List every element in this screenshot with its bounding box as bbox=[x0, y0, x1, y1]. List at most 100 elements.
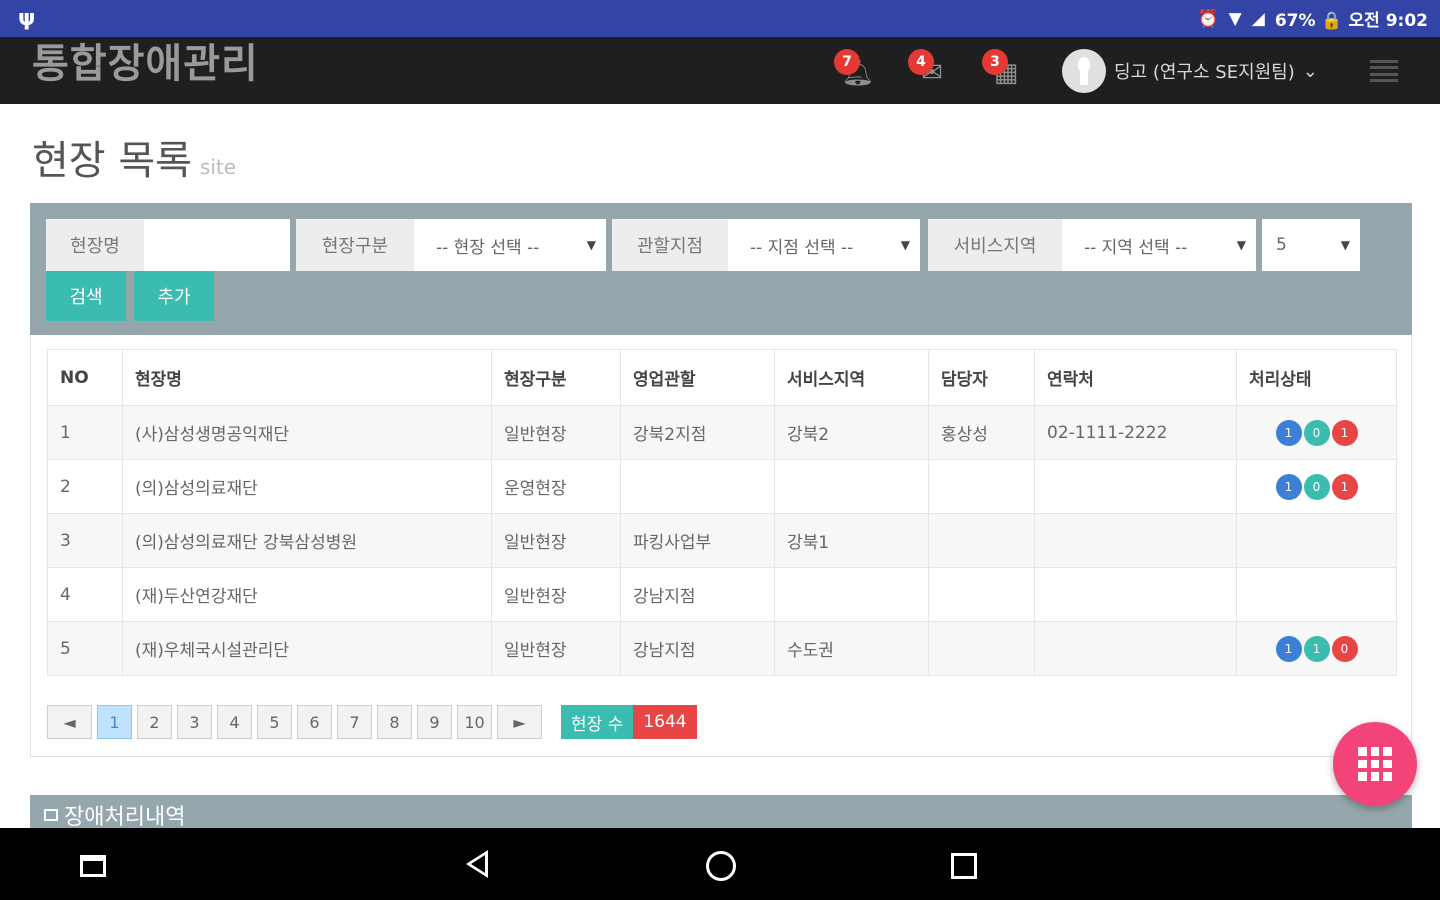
mail-button[interactable]: ✉ 4 bbox=[908, 49, 952, 93]
page-button-9[interactable]: 9 bbox=[417, 705, 452, 739]
pagination: ◄ 1 2 3 4 5 6 7 8 9 10 ► 현장 수 1644 bbox=[47, 705, 697, 739]
page-button-8[interactable]: 8 bbox=[377, 705, 412, 739]
region-selected: -- 지역 선택 -- bbox=[1084, 237, 1188, 258]
cell-site-name[interactable]: (의)삼성의료재단 bbox=[122, 459, 492, 514]
cell-region: 강북2 bbox=[774, 405, 929, 460]
site-name-input[interactable] bbox=[144, 219, 290, 271]
page-button-5[interactable]: 5 bbox=[257, 705, 292, 739]
site-count-label: 현장 수 bbox=[561, 705, 634, 739]
page-button-7[interactable]: 7 bbox=[337, 705, 372, 739]
cell-site-name[interactable]: (재)우체국시설관리단 bbox=[122, 621, 492, 676]
site-type-selected: -- 현장 선택 -- bbox=[436, 237, 540, 258]
region-select[interactable]: -- 지역 선택 -- ▼ bbox=[1062, 219, 1256, 271]
cell-site-type: 일반현장 bbox=[491, 567, 621, 622]
table-header-row: NO 현장명 현장구분 영업관할 서비스지역 담당자 연락처 처리상태 bbox=[47, 349, 1397, 406]
cell-site-name[interactable]: (재)두산연강재단 bbox=[122, 567, 492, 622]
table-row[interactable]: 3 (의)삼성의료재단 강북삼성병원 일반현장 파킹사업부 강북1 bbox=[47, 513, 1397, 568]
cell-phone bbox=[1034, 621, 1237, 676]
column-header[interactable]: 담당자 bbox=[928, 349, 1035, 406]
hamburger-menu-icon[interactable] bbox=[1370, 57, 1398, 85]
cell-status bbox=[1236, 567, 1397, 622]
wifi-icon: ▼ bbox=[1228, 8, 1242, 29]
branch-label: 관할지점 bbox=[612, 219, 728, 271]
cell-no: 2 bbox=[47, 459, 123, 514]
status-bar-text: 67% 🔒 오전 9:02 bbox=[1274, 11, 1428, 31]
column-header[interactable]: 영업관할 bbox=[620, 349, 775, 406]
user-menu[interactable]: 딩고 (연구소 SE지원팀) ⌄ bbox=[1062, 49, 1318, 93]
avatar bbox=[1062, 49, 1106, 93]
cell-phone bbox=[1034, 567, 1237, 622]
column-header[interactable]: 서비스지역 bbox=[774, 349, 929, 406]
column-header[interactable]: 처리상태 bbox=[1236, 349, 1397, 406]
page-button-4[interactable]: 4 bbox=[217, 705, 252, 739]
cell-manager: 홍상성 bbox=[928, 405, 1035, 460]
page-button-10[interactable]: 10 bbox=[457, 705, 492, 739]
table-row[interactable]: 4 (재)두산연강재단 일반현장 강남지점 bbox=[47, 567, 1397, 622]
column-header[interactable]: 현장명 bbox=[122, 349, 492, 406]
apps-grid-icon bbox=[1358, 747, 1392, 781]
status-received-badge[interactable]: 1 bbox=[1275, 473, 1302, 500]
cell-no: 1 bbox=[47, 405, 123, 460]
cell-status: 110 bbox=[1236, 621, 1397, 676]
status-progress-badge[interactable]: 1 bbox=[1303, 635, 1330, 662]
status-received-badge[interactable]: 1 bbox=[1275, 635, 1302, 662]
table-row[interactable]: 5 (재)우체국시설관리단 일반현장 강남지점 수도권 110 bbox=[47, 621, 1397, 676]
collapse-icon bbox=[44, 809, 58, 821]
page-size-select[interactable]: 5 ▼ bbox=[1262, 219, 1360, 271]
chevron-down-icon: ⌄ bbox=[1302, 60, 1318, 82]
cell-phone bbox=[1034, 513, 1237, 568]
cell-site-name[interactable]: (의)삼성의료재단 강북삼성병원 bbox=[122, 513, 492, 568]
status-progress-badge[interactable]: 0 bbox=[1303, 419, 1330, 446]
cell-no: 4 bbox=[47, 567, 123, 622]
branch-selected: -- 지점 선택 -- bbox=[750, 237, 854, 258]
branch-select[interactable]: -- 지점 선택 -- ▼ bbox=[728, 219, 920, 271]
cell-status: 101 bbox=[1236, 405, 1397, 460]
home-icon[interactable] bbox=[706, 851, 736, 881]
site-type-select[interactable]: -- 현장 선택 -- ▼ bbox=[414, 219, 606, 271]
site-type-filter: 현장구분 -- 현장 선택 -- ▼ bbox=[296, 219, 606, 271]
page-title: 현장 목록 site bbox=[32, 128, 236, 186]
notifications-button[interactable]: 🔔︎ 7 bbox=[834, 49, 878, 93]
cell-site-name[interactable]: (사)삼성생명공익재단 bbox=[122, 405, 492, 460]
table-row[interactable]: 1 (사)삼성생명공익재단 일반현장 강북2지점 강북2 홍상성 02-1111… bbox=[47, 405, 1397, 460]
page-title-text: 현장 목록 bbox=[32, 138, 192, 184]
page-button-6[interactable]: 6 bbox=[297, 705, 332, 739]
cell-sales bbox=[620, 459, 775, 514]
overview-icon[interactable] bbox=[951, 853, 977, 879]
page-button-2[interactable]: 2 bbox=[137, 705, 172, 739]
page-button-3[interactable]: 3 bbox=[177, 705, 212, 739]
branch-filter: 관할지점 -- 지점 선택 -- ▼ bbox=[612, 219, 920, 271]
add-button[interactable]: 추가 bbox=[134, 271, 214, 321]
region-filter: 서비스지역 -- 지역 선택 -- ▼ bbox=[928, 219, 1256, 271]
status-pending-badge[interactable]: 1 bbox=[1331, 419, 1358, 446]
cell-site-type: 운영현장 bbox=[491, 459, 621, 514]
cell-site-type: 일반현장 bbox=[491, 405, 621, 460]
cell-signal-icon: ◢ bbox=[1251, 8, 1265, 29]
status-pending-badge[interactable]: 1 bbox=[1331, 473, 1358, 500]
column-header[interactable]: 현장구분 bbox=[491, 349, 621, 406]
page-size-selected: 5 bbox=[1276, 235, 1287, 255]
cell-sales: 강남지점 bbox=[620, 621, 775, 676]
cell-region: 수도권 bbox=[774, 621, 929, 676]
status-received-badge[interactable]: 1 bbox=[1275, 419, 1302, 446]
search-button[interactable]: 검색 bbox=[46, 271, 126, 321]
alarm-clock-icon: ⏰ bbox=[1197, 8, 1219, 29]
filter-panel: 현장명 현장구분 -- 현장 선택 -- ▼ 관할지점 -- 지점 선택 -- … bbox=[30, 203, 1412, 335]
column-header[interactable]: NO bbox=[47, 349, 123, 406]
cell-manager bbox=[928, 567, 1035, 622]
apps-fab-button[interactable] bbox=[1333, 722, 1417, 806]
cell-phone: 02-1111-2222 bbox=[1034, 405, 1237, 460]
column-header[interactable]: 연락처 bbox=[1034, 349, 1237, 406]
window-icon[interactable] bbox=[80, 855, 106, 877]
app-title[interactable]: 통합장애관리 bbox=[32, 31, 259, 89]
next-page-button[interactable]: ► bbox=[497, 705, 542, 739]
table-row[interactable]: 2 (의)삼성의료재단 운영현장 101 bbox=[47, 459, 1397, 514]
page-button-1[interactable]: 1 bbox=[97, 705, 132, 739]
prev-page-button[interactable]: ◄ bbox=[47, 705, 92, 739]
back-icon[interactable] bbox=[466, 850, 488, 878]
status-progress-badge[interactable]: 0 bbox=[1303, 473, 1330, 500]
status-pending-badge[interactable]: 0 bbox=[1331, 635, 1358, 662]
cell-region bbox=[774, 567, 929, 622]
cell-manager bbox=[928, 459, 1035, 514]
calendar-button[interactable]: ▦ 3 bbox=[982, 49, 1026, 93]
